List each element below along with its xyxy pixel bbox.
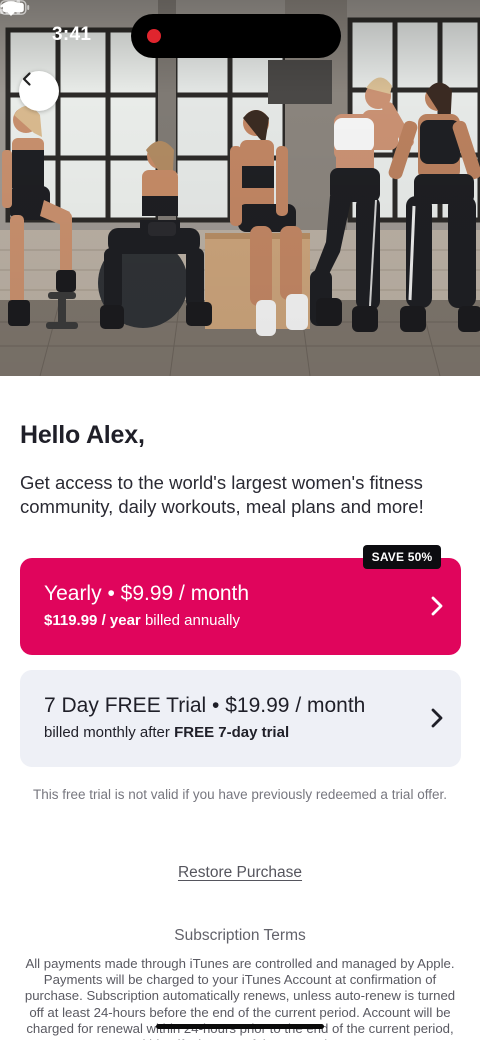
chevron-right-icon: [431, 708, 443, 728]
restore-purchase-link[interactable]: Restore Purchase: [0, 864, 480, 882]
plan-trial-free-label: FREE 7-day trial: [174, 724, 290, 741]
hero-photo: 3:41: [0, 0, 480, 376]
plan-trial-subtitle: billed monthly after FREE 7-day trial: [44, 724, 289, 741]
plan-trial-period: / month: [289, 694, 366, 717]
greeting-title: Hello Alex,: [20, 421, 145, 449]
plan-yearly-period: / month: [173, 582, 250, 605]
back-button[interactable]: [19, 71, 59, 111]
plan-yearly-total-unit: / year: [97, 612, 141, 629]
plan-trial-billing: billed monthly after: [44, 724, 175, 741]
plan-trial-price: $19.99: [225, 694, 290, 717]
terms-title: Subscription Terms: [174, 927, 306, 944]
dynamic-island: [131, 14, 341, 58]
plan-yearly-separator: •: [101, 582, 121, 605]
plan-yearly-button[interactable]: Yearly • $9.99 / month $119.99 / year bi…: [20, 558, 461, 655]
plan-yearly-price: $9.99: [120, 582, 174, 605]
recording-dot-icon: [147, 29, 161, 43]
plan-yearly-billing: billed annually: [140, 612, 241, 629]
plan-yearly-title: Yearly • $9.99 / month: [44, 582, 249, 606]
plan-trial-name: 7 Day FREE Trial: [44, 694, 207, 717]
chevron-right-icon: [431, 596, 443, 616]
battery-icon: [0, 0, 30, 15]
status-time: 3:41: [52, 24, 92, 45]
description-text: Get access to the world's largest women'…: [20, 472, 424, 517]
status-bar: 3:41: [0, 0, 480, 72]
trial-note: This free trial is not valid if you have…: [33, 787, 447, 802]
home-indicator[interactable]: [156, 1024, 324, 1029]
plan-trial-separator: •: [206, 694, 226, 717]
plan-yearly-total-price: $119.99: [44, 612, 98, 629]
plan-trial-title: 7 Day FREE Trial • $19.99 / month: [44, 694, 365, 718]
save-badge: SAVE 50%: [363, 545, 441, 569]
plan-yearly-subtitle: $119.99 / year billed annually: [44, 612, 240, 629]
plan-yearly-name: Yearly: [44, 582, 102, 605]
plan-trial-button[interactable]: 7 Day FREE Trial • $19.99 / month billed…: [20, 670, 461, 767]
chevron-left-icon: [22, 72, 31, 86]
